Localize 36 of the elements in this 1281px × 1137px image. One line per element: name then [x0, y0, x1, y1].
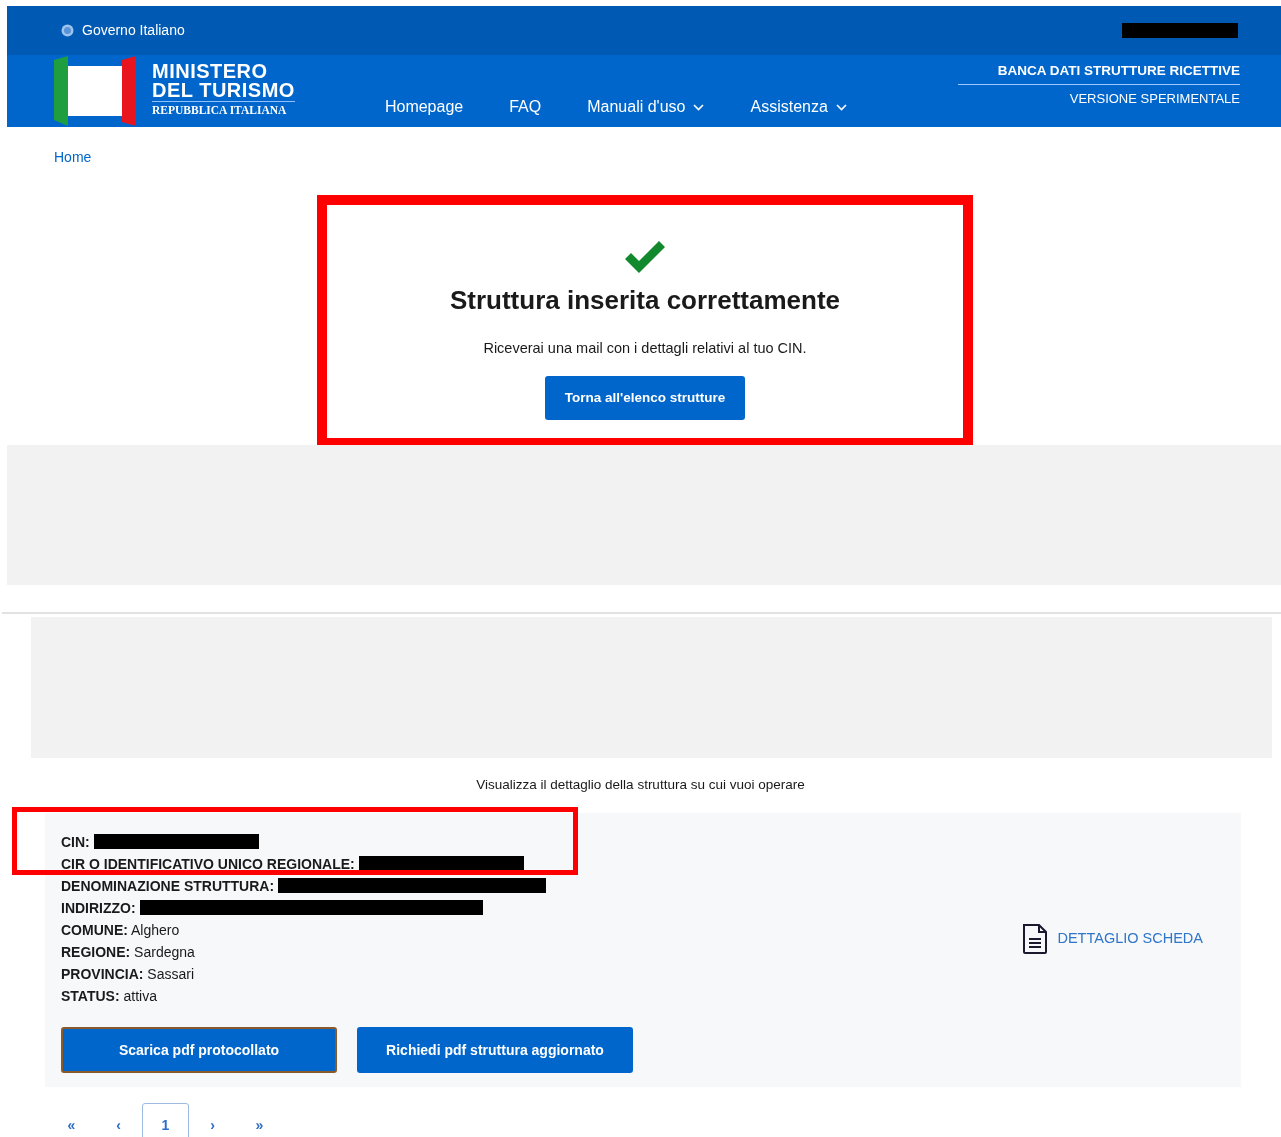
government-link[interactable]: Governo Italiano	[82, 20, 185, 41]
logo-text: MINISTERO	[152, 62, 269, 82]
page-link[interactable]: ›	[189, 1103, 236, 1137]
field-row: DENOMINAZIONE STRUTTURA:	[61, 875, 546, 898]
globe-icon	[61, 24, 74, 37]
field-row: CIN:	[61, 831, 546, 854]
field-row-text: COMUNE: Alghero	[61, 921, 181, 941]
logo-text: DEL TURISMO	[152, 81, 295, 103]
document-icon	[1021, 923, 1050, 956]
chevron-down-icon	[835, 103, 847, 111]
page-link[interactable]: «	[48, 1103, 95, 1137]
chevron-down-icon	[693, 103, 705, 111]
page-link[interactable]: 1	[142, 1103, 189, 1137]
action-button[interactable]: Richiedi pdf struttura aggiornato	[357, 1027, 633, 1074]
field-row: INDIRIZZO:	[61, 897, 546, 920]
field-row: CIR O IDENTIFICATIVO UNICO REGIONALE:	[61, 853, 546, 876]
field-row-text: STATUS: attiva	[61, 987, 158, 1007]
nav-link[interactable]: Assistenza	[750, 95, 847, 127]
success-title: Struttura inserita correttamente	[448, 284, 842, 317]
action-button[interactable]: Scarica pdf protocollato	[61, 1027, 337, 1074]
nav-link[interactable]: FAQ	[509, 95, 542, 127]
intro-text: Visualizza il dettaglio della struttura su cui vuoi operare	[475, 776, 806, 794]
checkmark-icon	[623, 239, 667, 275]
nav-link[interactable]: Manuali d'uso	[587, 95, 705, 127]
page-link[interactable]: »	[236, 1103, 283, 1137]
back-button[interactable]: Torna all'elenco strutture	[545, 375, 745, 420]
detail-link[interactable]: DETTAGLIO SCHEDA	[1057, 928, 1203, 951]
page-link[interactable]: ‹	[95, 1103, 142, 1137]
success-message: Riceverai una mail con i dettagli relativi al tuo CIN.	[482, 339, 808, 358]
nav-link[interactable]: Homepage	[384, 95, 464, 127]
breadcrumb-link[interactable]: Home	[54, 147, 92, 168]
site-subtitle: VERSIONE SPERIMENTALE	[1069, 90, 1240, 109]
field-row-text: REGIONE: Sardegna	[61, 943, 196, 963]
site-title: BANCA DATI STRUTTURE RICETTIVE	[957, 61, 1240, 86]
field-row-text: PROVINCIA: Sassari	[61, 965, 196, 985]
logo-subtitle: REPUBBLICA ITALIANA	[152, 103, 288, 119]
